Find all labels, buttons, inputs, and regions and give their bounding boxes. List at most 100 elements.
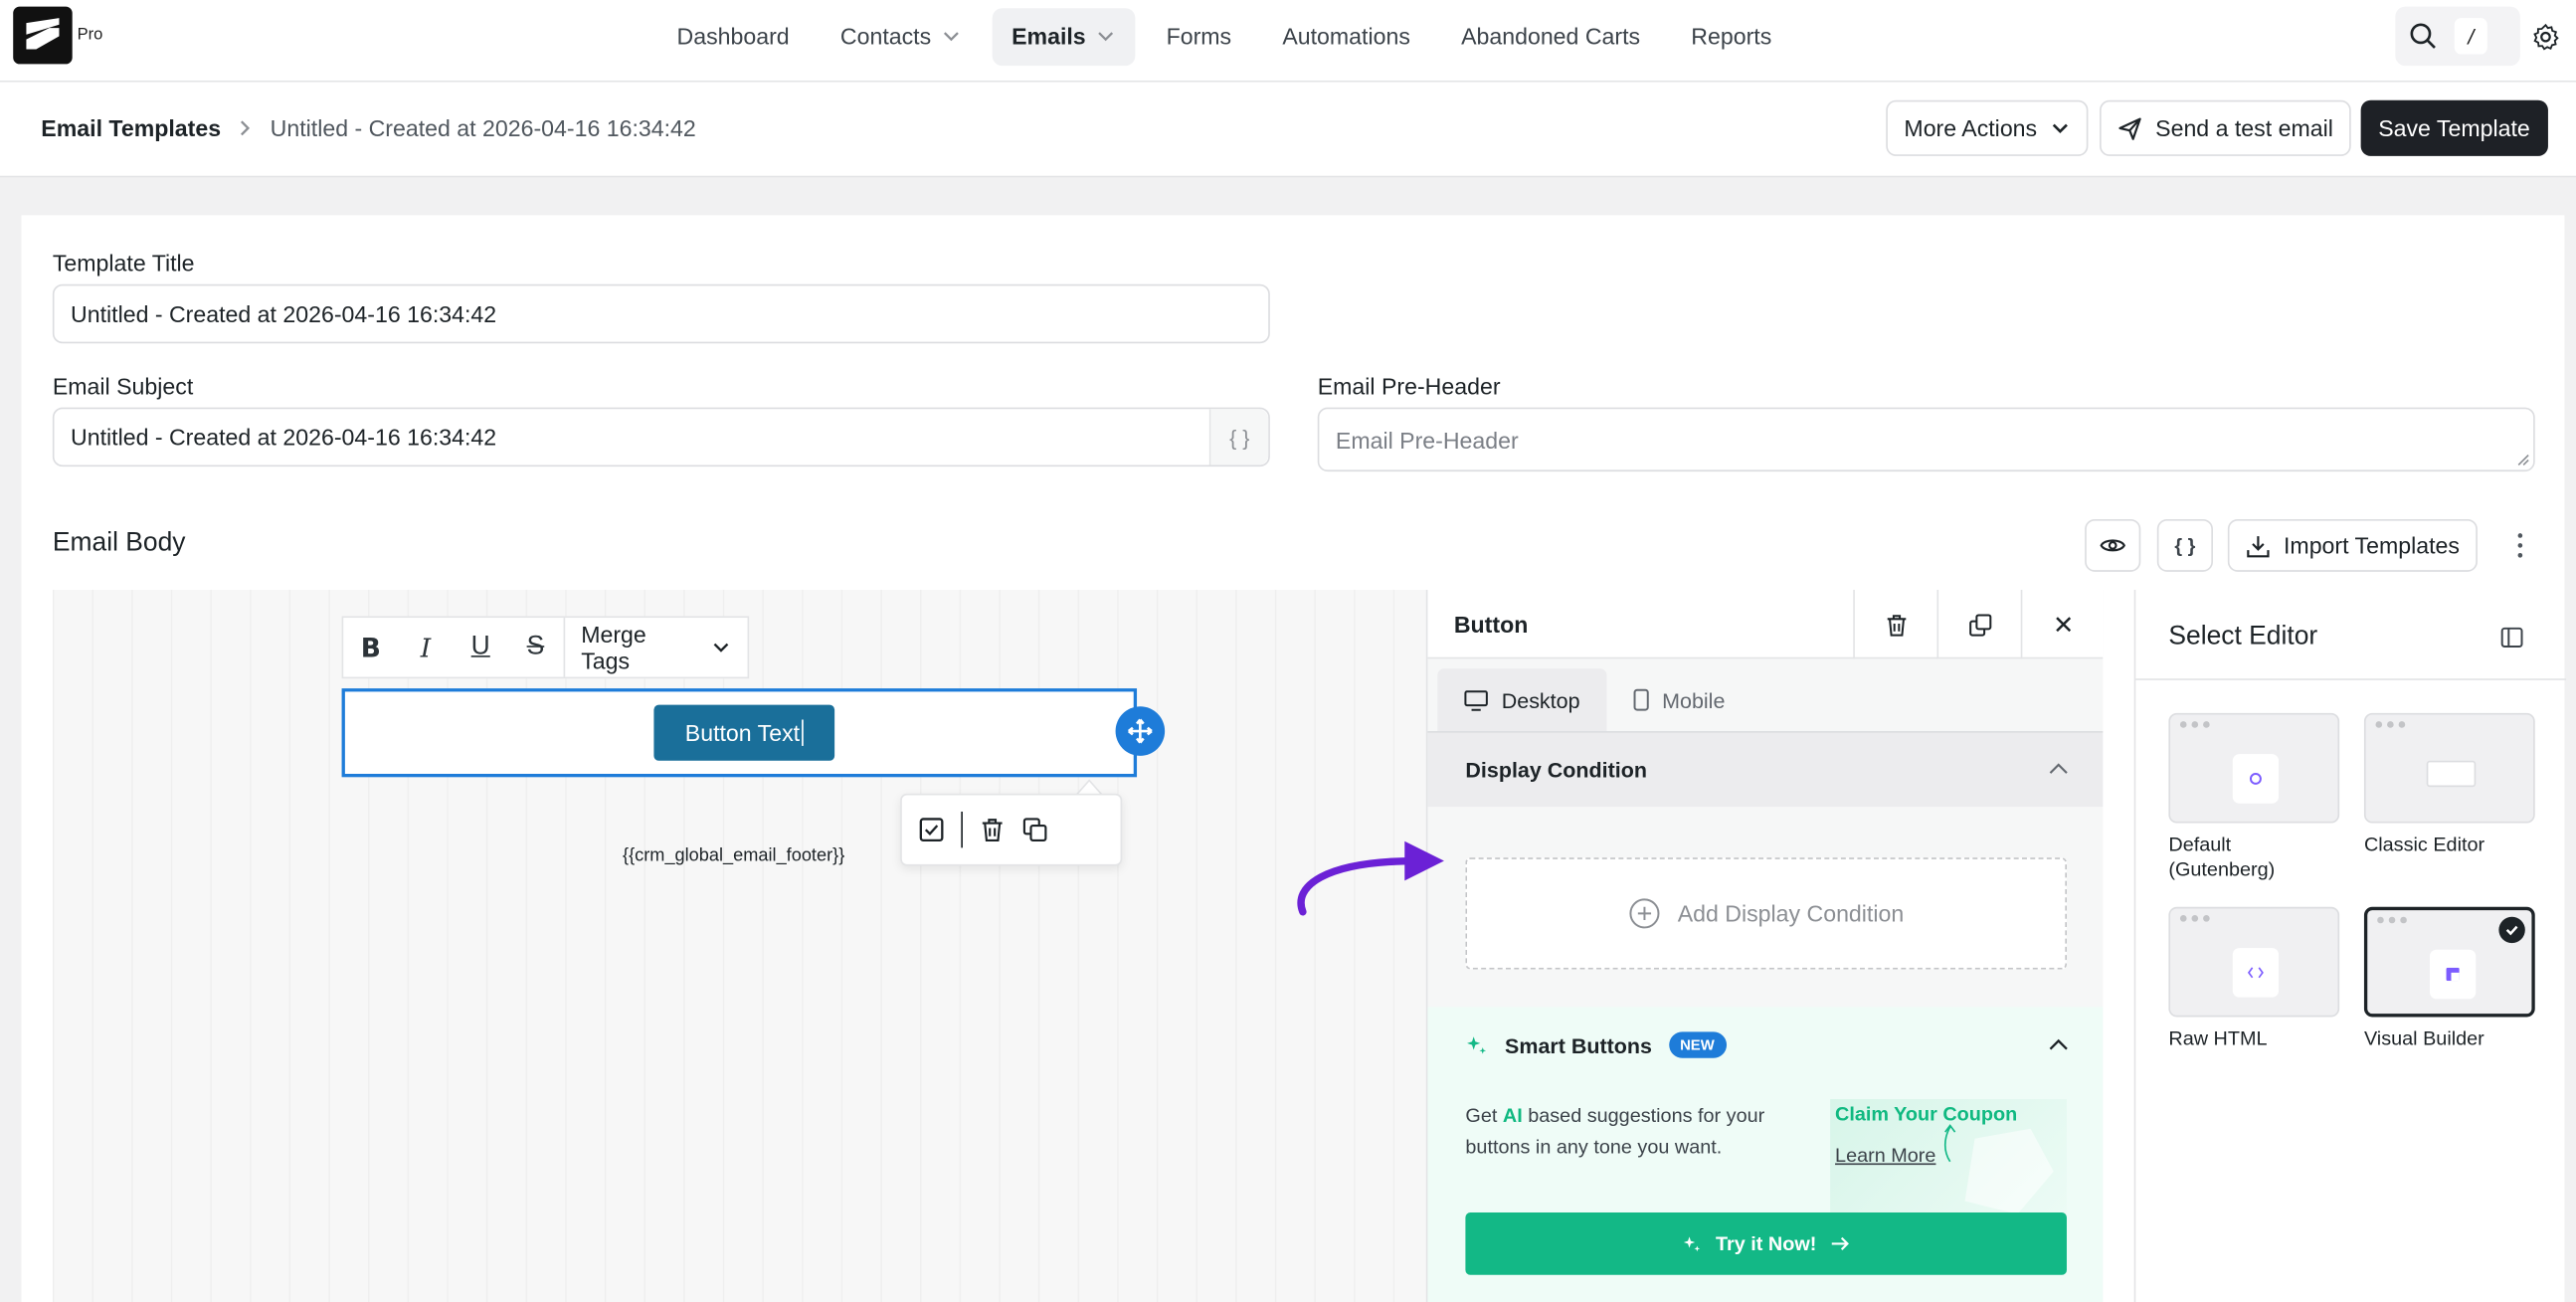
editor-thumb-card <box>2232 948 2280 998</box>
close-icon <box>2056 617 2072 633</box>
duplicate-icon[interactable] <box>1021 817 1047 842</box>
select-editor-panel: Select Editor Default (Gutenberg) Classi… <box>2133 589 2567 1302</box>
curly-braces-icon: { } <box>2174 533 2196 557</box>
subject-merge-tag-button[interactable]: { } <box>1208 409 1269 465</box>
add-display-condition-button[interactable]: Add Display Condition <box>1465 857 2067 970</box>
new-badge: NEW <box>1668 1031 1727 1058</box>
gear-icon[interactable] <box>2531 23 2559 51</box>
preview-button[interactable] <box>2085 518 2141 572</box>
bold-button[interactable]: B <box>343 618 398 676</box>
nav-contacts[interactable]: Contacts <box>821 7 981 65</box>
move-arrows-icon <box>1127 718 1153 744</box>
code-view-button[interactable]: { } <box>2156 518 2213 572</box>
editor-option-raw-html[interactable]: Raw HTML <box>2168 906 2340 1051</box>
mobile-icon <box>1633 688 1649 711</box>
sparkle-icon <box>1684 1236 1701 1252</box>
email-canvas[interactable]: B I U S Merge Tags Button Text {{crm_glo… <box>52 589 1426 1302</box>
template-title-input[interactable]: Untitled - Created at 2026-04-16 16:34:4… <box>52 283 1270 344</box>
strikethrough-button[interactable]: S <box>508 618 563 676</box>
preview-claim-text: Claim Your Coupon <box>1835 1102 2018 1126</box>
delete-block-button[interactable] <box>1853 589 1936 659</box>
move-handle[interactable] <box>1115 706 1166 756</box>
nav-emails[interactable]: Emails <box>992 7 1136 66</box>
more-actions-button[interactable]: More Actions <box>1886 99 2089 156</box>
eye-icon <box>2100 539 2125 552</box>
italic-button[interactable]: I <box>398 618 453 676</box>
plus-circle-icon <box>1629 898 1660 929</box>
tab-mobile[interactable]: Mobile <box>1606 668 1751 731</box>
chevron-right-icon <box>241 120 251 136</box>
visual-builder-icon <box>2446 967 2460 982</box>
editor-thumb <box>2168 906 2340 1018</box>
sidebar-toggle-icon[interactable] <box>2500 626 2523 649</box>
display-condition-section[interactable]: Display Condition <box>1427 731 2104 808</box>
breadcrumb: Email Templates Untitled - Created at 20… <box>41 115 695 141</box>
email-subject-value: Untitled - Created at 2026-04-16 16:34:4… <box>71 424 497 451</box>
window-dots <box>2179 915 2210 922</box>
preview-decor-shape <box>1964 1128 2054 1214</box>
preview-learn-text: Learn More <box>1835 1143 1936 1167</box>
search-icon[interactable] <box>2409 21 2439 51</box>
nav-automations[interactable]: Automations <box>1263 7 1430 65</box>
email-subject-input[interactable]: Untitled - Created at 2026-04-16 16:34:4… <box>52 407 1270 467</box>
fluentcrm-logo[interactable] <box>13 6 73 65</box>
editor-thumb <box>2363 906 2535 1018</box>
template-title-value: Untitled - Created at 2026-04-16 16:34:4… <box>71 300 497 327</box>
block-actions-toolbar <box>900 793 1123 866</box>
send-test-email-button[interactable]: Send a test email <box>2100 99 2352 156</box>
annotation-arrow <box>1297 840 1444 916</box>
nav-dashboard[interactable]: Dashboard <box>657 7 810 65</box>
smart-desc-ai: AI <box>1502 1104 1523 1128</box>
merge-tags-dropdown[interactable]: Merge Tags <box>563 618 748 677</box>
nav-abandoned-carts[interactable]: Abandoned Carts <box>1441 7 1660 65</box>
smart-buttons-header[interactable]: Smart Buttons NEW <box>1465 1031 1727 1058</box>
chevron-down-icon <box>943 32 959 42</box>
nav-reports-label: Reports <box>1691 23 1772 50</box>
nav-abandoned-carts-label: Abandoned Carts <box>1461 23 1641 50</box>
smart-buttons-title: Smart Buttons <box>1505 1032 1652 1057</box>
email-preheader-label: Email Pre-Header <box>1317 372 1501 400</box>
selected-button-block[interactable]: Button Text <box>341 688 1138 778</box>
email-preheader-textarea[interactable]: Email Pre-Header <box>1317 407 2535 472</box>
logo-pro-badge: Pro <box>77 26 103 45</box>
nav-automations-label: Automations <box>1282 23 1410 50</box>
editor-option-gutenberg[interactable]: Default (Gutenberg) <box>2168 712 2340 882</box>
nav-contacts-label: Contacts <box>839 23 932 50</box>
search-box[interactable]: / <box>2395 6 2520 67</box>
template-editor-card: Template Title Untitled - Created at 202… <box>21 215 2567 1302</box>
checkbox-icon[interactable] <box>918 817 944 842</box>
save-template-button[interactable]: Save Template <box>2360 99 2548 156</box>
chevron-down-icon <box>1098 32 1113 42</box>
email-subject-label: Email Subject <box>52 372 194 400</box>
chevron-up-icon[interactable] <box>2049 1036 2069 1053</box>
editor-option-label: Visual Builder <box>2363 1026 2484 1050</box>
try-it-now-button[interactable]: Try it Now! <box>1465 1212 2067 1275</box>
send-test-label: Send a test email <box>2155 114 2333 142</box>
more-actions-label: More Actions <box>1904 114 2038 142</box>
window-dots <box>2375 721 2406 728</box>
import-templates-button[interactable]: Import Templates <box>2227 518 2479 572</box>
trash-icon[interactable] <box>979 817 1005 842</box>
close-panel-button[interactable] <box>2020 589 2104 659</box>
send-icon <box>2118 116 2141 139</box>
shortcut-key: / <box>2454 18 2487 55</box>
toolbar-separator <box>961 811 963 848</box>
trash-icon <box>1886 614 1906 636</box>
add-display-condition-label: Add Display Condition <box>1677 900 1905 927</box>
settings-header: Button <box>1427 589 2104 659</box>
breadcrumb-root[interactable]: Email Templates <box>41 115 221 141</box>
selected-check-icon <box>2498 916 2525 944</box>
tab-desktop[interactable]: Desktop <box>1437 668 1606 732</box>
top-navigation: Pro Dashboard Contacts Emails Forms Auto… <box>0 0 2576 83</box>
email-cta-button[interactable]: Button Text <box>653 704 834 761</box>
editor-option-classic[interactable]: Classic Editor <box>2363 712 2535 857</box>
underline-button[interactable]: U <box>454 618 508 676</box>
window-dots <box>2377 916 2407 924</box>
resize-handle-icon[interactable] <box>2517 454 2530 466</box>
more-options-icon[interactable] <box>2507 531 2533 561</box>
import-templates-label: Import Templates <box>2284 532 2460 559</box>
duplicate-block-button[interactable] <box>1936 589 2020 659</box>
nav-forms[interactable]: Forms <box>1147 7 1251 65</box>
editor-option-visual-builder[interactable]: Visual Builder <box>2363 906 2535 1051</box>
nav-reports[interactable]: Reports <box>1671 7 1791 65</box>
